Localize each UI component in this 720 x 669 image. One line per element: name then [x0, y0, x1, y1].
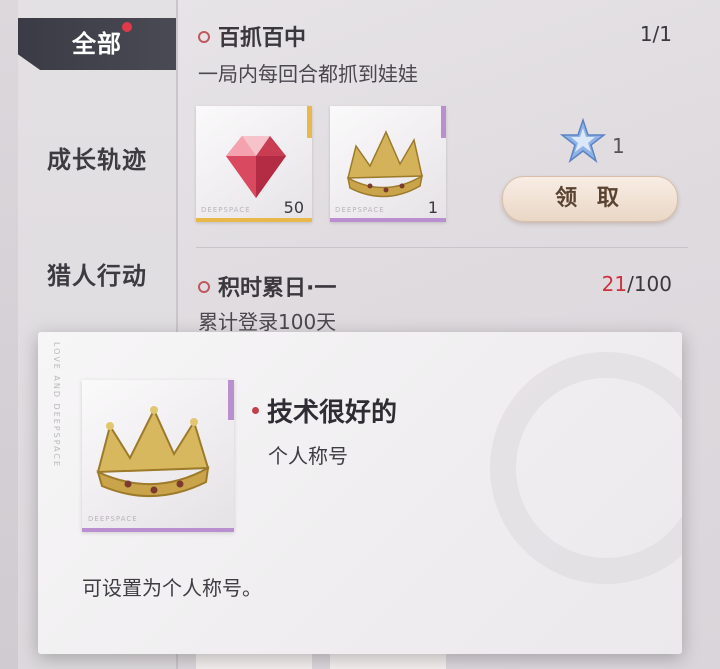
star-icon [560, 118, 606, 164]
star-reward-count: 1 [612, 134, 625, 158]
rarity-edge [441, 106, 446, 138]
popup-item-title-text: 技术很好的 [267, 398, 398, 428]
rarity-bar [196, 218, 312, 222]
popup-item-type: 个人称号 [268, 444, 348, 468]
divider [196, 247, 688, 248]
tab-growth-track-label: 成长轨迹 [47, 146, 147, 174]
reward-quantity: 1 [427, 198, 438, 217]
card-brand: DEEPSPACE [335, 206, 385, 214]
reward-quantity: 50 [283, 198, 304, 217]
reward-card-crown[interactable]: DEEPSPACE 1 [330, 106, 446, 222]
task-title-text: 百抓百中 [218, 26, 307, 51]
rarity-edge [228, 380, 234, 420]
task-progress: 1/1 [639, 22, 672, 46]
progress-total: /100 [627, 272, 672, 296]
popup-item-card: DEEPSPACE [82, 380, 234, 532]
bullet-icon [252, 407, 259, 414]
rarity-edge [307, 106, 312, 138]
reward-card-peek [196, 654, 312, 669]
tab-all[interactable]: 全部 [18, 18, 176, 70]
task-progress: 21/100 [602, 272, 672, 296]
task-description: 一局内每回合都抓到娃娃 [198, 62, 418, 86]
tab-growth-track[interactable]: 成长轨迹 [18, 140, 176, 175]
progress-current: 21 [601, 272, 628, 296]
rarity-bar [330, 218, 446, 222]
card-brand: DEEPSPACE [201, 206, 251, 214]
task-title-text: 积时累日·一 [218, 276, 337, 301]
tab-hunter-action[interactable]: 猎人行动 [18, 256, 176, 291]
popup-item-description: 可设置为个人称号。 [82, 576, 262, 600]
decorative-ring [490, 352, 682, 584]
crown-icon [96, 406, 210, 498]
popup-item-title: 技术很好的 [252, 392, 397, 429]
reward-card-gem[interactable]: DEEPSPACE 50 [196, 106, 312, 222]
task-title: 积时累日·一 [198, 270, 336, 302]
tab-hunter-action-label: 猎人行动 [47, 262, 147, 290]
task-description: 累计登录100天 [198, 310, 337, 334]
card-brand: DEEPSPACE [88, 515, 138, 523]
bullet-icon [198, 31, 210, 43]
task-title: 百抓百中 [198, 20, 306, 52]
claim-button[interactable]: 领 取 [502, 176, 678, 222]
bullet-icon [198, 281, 210, 293]
reward-card-peek [330, 654, 446, 669]
rarity-bar [82, 528, 234, 532]
item-detail-popup[interactable]: LOVE AND DEEPSPACE DEEPSPACE 技术很好的 个人称号 … [38, 332, 682, 654]
popup-side-text: LOVE AND DEEPSPACE [52, 342, 61, 469]
tab-all-label: 全部 [72, 30, 122, 58]
notification-dot [122, 22, 132, 32]
